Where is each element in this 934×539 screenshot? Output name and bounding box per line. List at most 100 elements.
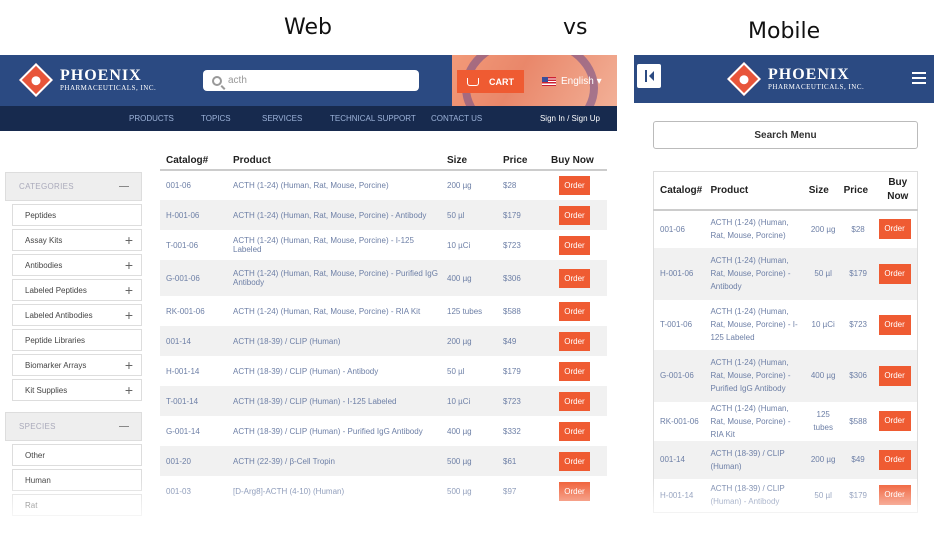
- product-link[interactable]: ACTH (1-24) (Human, Rat, Mouse, Porcine): [704, 209, 803, 248]
- web-logo[interactable]: PHOENIX PHARMACEUTICALS, INC.: [19, 62, 156, 97]
- price-cell: $306: [497, 260, 545, 296]
- nav-products[interactable]: PRODUCTS: [129, 114, 174, 123]
- table-row: 001-20 ACTH (22-39) / β-Cell Tropin 500 µg…: [160, 446, 607, 476]
- sidebar-category-item[interactable]: Peptides: [12, 204, 142, 226]
- order-button[interactable]: Order: [559, 451, 590, 471]
- size-cell: 50 µl: [802, 247, 838, 300]
- cart-button[interactable]: CART: [457, 70, 524, 93]
- table-row: H-001-06 ACTH (1-24) (Human, Rat, Mouse, …: [160, 200, 607, 230]
- sidebar-category-item[interactable]: Labeled Antibodies +: [12, 304, 142, 326]
- sidebar-category-item[interactable]: Assay Kits +: [12, 229, 142, 251]
- order-button[interactable]: Order: [878, 263, 911, 284]
- expand-plus-icon: +: [124, 307, 133, 323]
- category-label: Antibodies: [25, 260, 63, 270]
- web-header: PHOENIX PHARMACEUTICALS, INC. acth CART …: [0, 55, 617, 106]
- order-button[interactable]: Order: [559, 331, 590, 351]
- web-caption: Web: [284, 15, 332, 40]
- order-button[interactable]: Order: [559, 176, 590, 195]
- sidebar-category-item[interactable]: Peptide Libraries: [12, 329, 142, 351]
- category-label: Kit Supplies: [25, 385, 68, 395]
- product-link[interactable]: ACTH (1-24) (Human, Rat, Mouse, Porcine): [227, 170, 441, 200]
- catalog-cell: RK-001-06: [653, 401, 705, 441]
- size-cell: 400 µg: [441, 260, 497, 296]
- order-button[interactable]: Order: [559, 391, 590, 411]
- product-link[interactable]: ACTH (1-24) (Human, Rat, Mouse, Porcine)…: [704, 247, 803, 300]
- hamburger-menu-icon[interactable]: [912, 72, 926, 87]
- catalog-cell: 001-06: [653, 209, 705, 248]
- sidebar-category-item[interactable]: Kit Supplies +: [12, 379, 142, 401]
- expand-plus-icon: +: [124, 382, 133, 398]
- mobile-bottom-fade: [634, 480, 934, 539]
- order-button[interactable]: Order: [559, 361, 590, 381]
- order-button[interactable]: Order: [559, 235, 590, 255]
- buy-cell: Order: [545, 326, 607, 356]
- product-link[interactable]: ACTH (18-39) / CLIP (Human) - Purified I…: [227, 416, 441, 446]
- nav-technical-support[interactable]: TECHNICAL SUPPORT: [330, 114, 416, 123]
- order-button[interactable]: Order: [878, 365, 911, 386]
- buy-cell: Order: [545, 296, 607, 326]
- order-button[interactable]: Order: [878, 449, 911, 470]
- size-cell: 200 µg: [802, 440, 838, 479]
- catalog-cell: T-001-06: [653, 299, 705, 350]
- search-menu-button[interactable]: Search Menu: [653, 121, 918, 149]
- order-button[interactable]: Order: [878, 219, 911, 239]
- sidebar-species-item[interactable]: Other: [12, 444, 142, 466]
- web-view: PHOENIX PHARMACEUTICALS, INC. acth CART …: [0, 55, 617, 539]
- col-price: Price: [837, 171, 873, 211]
- size-cell: 125 tubes: [802, 401, 838, 441]
- order-button[interactable]: Order: [878, 411, 911, 431]
- product-link[interactable]: ACTH (1-24) (Human, Rat, Mouse, Porcine)…: [704, 401, 803, 441]
- nav-topics[interactable]: TOPICS: [201, 114, 231, 123]
- catalog-cell: T-001-14: [160, 386, 227, 416]
- product-link[interactable]: ACTH (1-24) (Human, Rat, Mouse, Porcine)…: [704, 299, 803, 350]
- order-button[interactable]: Order: [878, 314, 911, 335]
- buy-cell: Order: [545, 416, 607, 446]
- categories-header[interactable]: CATEGORIES: [5, 172, 142, 201]
- catalog-cell: H-001-06: [653, 247, 705, 300]
- product-link[interactable]: ACTH (22-39) / β-Cell Tropin: [227, 446, 441, 476]
- mobile-product-table: Catalog# Product Size Price Buy Now 001-…: [653, 171, 918, 513]
- brand-sub: PHARMACEUTICALS, INC.: [768, 83, 865, 91]
- sidebar-category-item[interactable]: Biomarker Arrays +: [12, 354, 142, 376]
- table-row: T-001-06 ACTH (1-24) (Human, Rat, Mouse, …: [160, 230, 607, 260]
- catalog-cell: 001-20: [160, 446, 227, 476]
- product-link[interactable]: ACTH (1-24) (Human, Rat, Mouse, Porcine)…: [227, 260, 441, 296]
- web-product-table: Catalog# Product Size Price Buy Now 001-…: [160, 151, 607, 506]
- expand-plus-icon: +: [124, 282, 133, 298]
- order-button[interactable]: Order: [559, 301, 590, 321]
- size-cell: 50 µl: [441, 200, 497, 230]
- product-link[interactable]: ACTH (1-24) (Human, Rat, Mouse, Porcine)…: [227, 296, 441, 326]
- order-button[interactable]: Order: [559, 205, 590, 225]
- collapse-icon: [119, 185, 129, 188]
- size-cell: 200 µg: [441, 326, 497, 356]
- catalog-cell: RK-001-06: [160, 296, 227, 326]
- product-link[interactable]: ACTH (18-39) / CLIP (Human) - I-125 Labe…: [227, 386, 441, 416]
- product-link[interactable]: ACTH (1-24) (Human, Rat, Mouse, Porcine)…: [704, 349, 803, 402]
- language-select[interactable]: English ▾: [542, 76, 602, 87]
- product-link[interactable]: ACTH (18-39) / CLIP (Human) - Antibody: [227, 356, 441, 386]
- search-input[interactable]: acth: [203, 70, 419, 91]
- main-nav: PRODUCTS TOPICS SERVICES TECHNICAL SUPPO…: [0, 106, 617, 131]
- sidebar-category-item[interactable]: Labeled Peptides +: [12, 279, 142, 301]
- price-cell: $723: [837, 299, 873, 350]
- order-button[interactable]: Order: [559, 421, 590, 441]
- product-link[interactable]: ACTH (1-24) (Human, Rat, Mouse, Porcine)…: [227, 200, 441, 230]
- species-header[interactable]: SPECIES: [5, 412, 142, 441]
- product-link[interactable]: ACTH (18-39) / CLIP (Human): [227, 326, 441, 356]
- sidebar-category-item[interactable]: Antibodies +: [12, 254, 142, 276]
- nav-services[interactable]: SERVICES: [262, 114, 302, 123]
- nav-contact-us[interactable]: CONTACT US: [431, 114, 482, 123]
- catalog-cell: G-001-14: [160, 416, 227, 446]
- sidebar-toggle-button[interactable]: [637, 64, 661, 88]
- signin-link[interactable]: Sign In / Sign Up: [540, 114, 600, 123]
- order-button[interactable]: Order: [559, 268, 590, 288]
- category-label: Biomarker Arrays: [25, 360, 87, 370]
- table-row: G-001-06 ACTH (1-24) (Human, Rat, Mouse, …: [653, 349, 918, 402]
- mobile-logo[interactable]: PHOENIX PHARMACEUTICALS, INC.: [727, 61, 865, 96]
- category-label: Labeled Antibodies: [25, 310, 93, 320]
- product-link[interactable]: ACTH (18-39) / CLIP (Human): [704, 440, 803, 479]
- col-catalog: Catalog#: [160, 151, 227, 171]
- product-link[interactable]: ACTH (1-24) (Human, Rat, Mouse, Porcine)…: [227, 230, 441, 260]
- catalog-cell: G-001-06: [160, 260, 227, 296]
- price-cell: $28: [837, 209, 873, 248]
